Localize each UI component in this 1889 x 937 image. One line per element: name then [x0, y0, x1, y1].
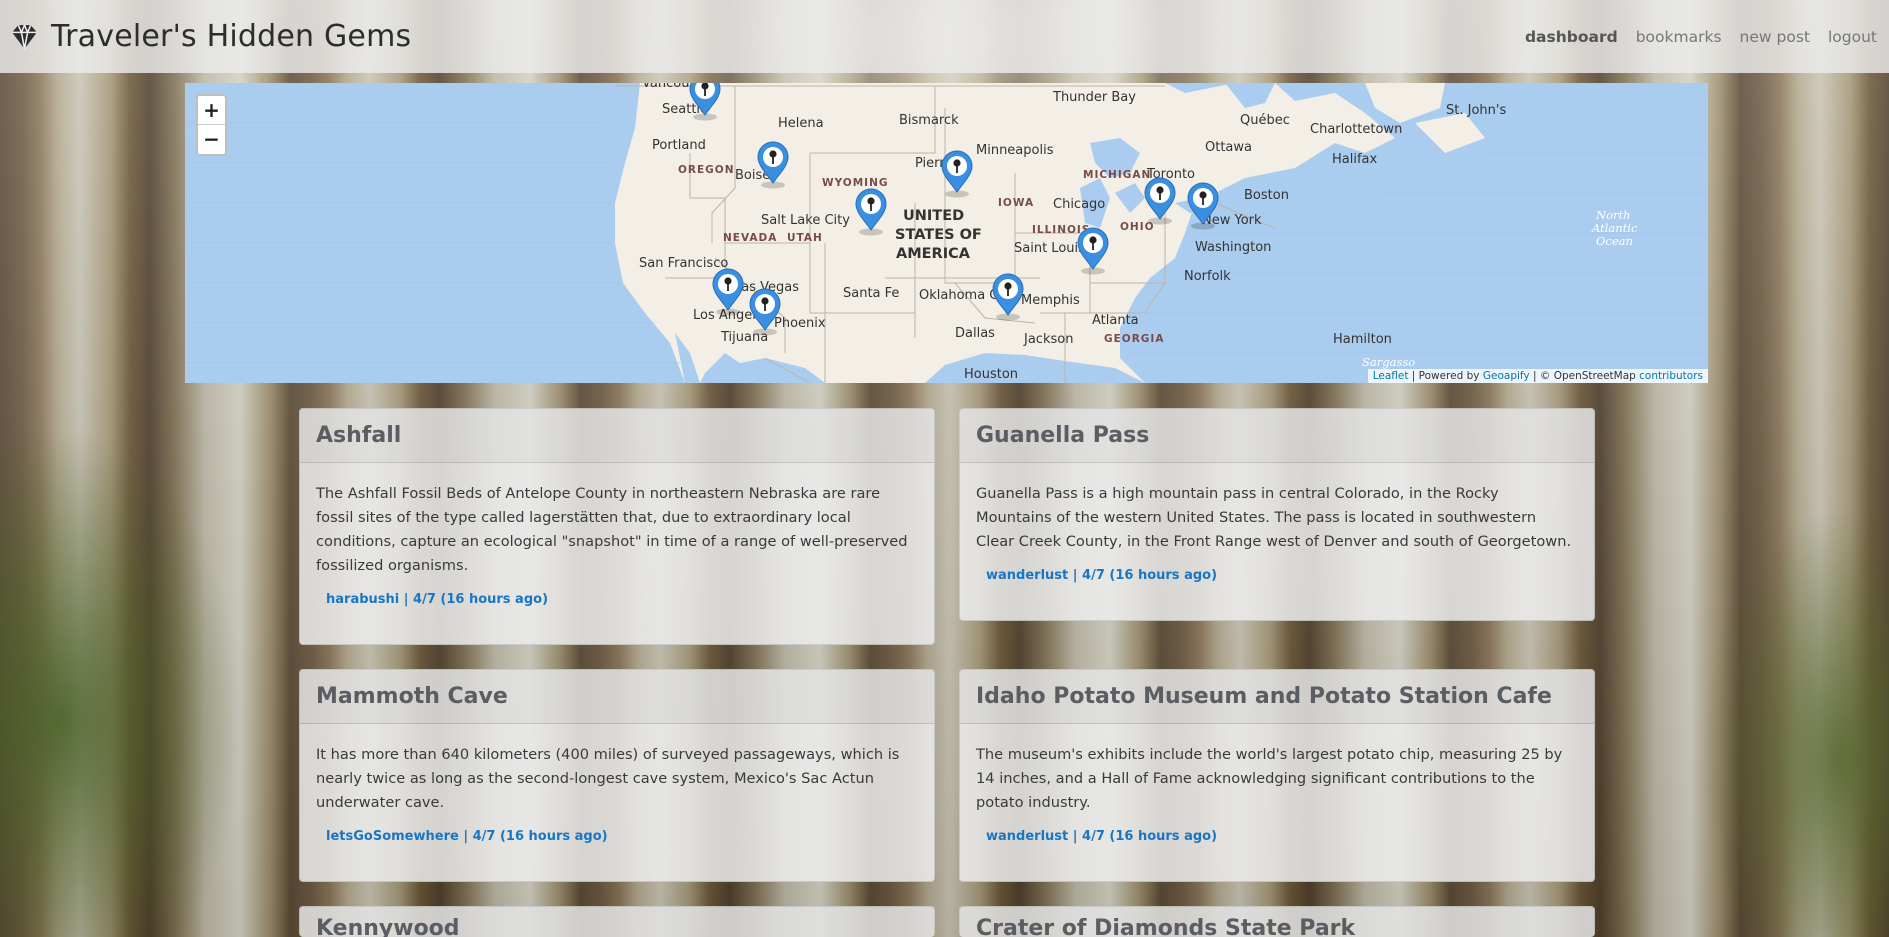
geoapify-link[interactable]: Geoapify: [1483, 370, 1530, 382]
post-meta-link[interactable]: wanderlust | 4/7 (16 hours ago): [976, 829, 1578, 844]
nav-dashboard[interactable]: dashboard: [1525, 28, 1618, 46]
map-pin-icon[interactable]: [712, 268, 744, 317]
map-pin-icon[interactable]: [689, 83, 721, 122]
zoom-control: + −: [196, 94, 227, 156]
post-title[interactable]: Crater of Diamonds State Park: [976, 916, 1355, 937]
post-title[interactable]: Idaho Potato Museum and Potato Station C…: [976, 684, 1552, 709]
map-pin-icon[interactable]: [749, 288, 781, 337]
map-pin-icon[interactable]: [1187, 182, 1219, 231]
map-pin-icon[interactable]: [1144, 177, 1176, 226]
main-nav: dashboard bookmarks new post logout: [1525, 28, 1881, 46]
zoom-out-button[interactable]: −: [198, 125, 225, 154]
post-title[interactable]: Guanella Pass: [976, 423, 1149, 448]
post-meta-link[interactable]: letsGoSomewhere | 4/7 (16 hours ago): [316, 829, 918, 844]
nav-bookmarks[interactable]: bookmarks: [1636, 28, 1722, 46]
post-card[interactable]: Idaho Potato Museum and Potato Station C…: [959, 669, 1595, 882]
leaflet-link[interactable]: Leaflet: [1373, 370, 1409, 382]
post-title[interactable]: Mammoth Cave: [316, 684, 508, 709]
top-navbar: Traveler's Hidden Gems dashboard bookmar…: [0, 0, 1889, 73]
post-description: Guanella Pass is a high mountain pass in…: [976, 485, 1572, 550]
post-title[interactable]: Kennywood: [316, 916, 460, 937]
zoom-in-button[interactable]: +: [198, 96, 225, 125]
post-card[interactable]: Mammoth Cave It has more than 640 kilome…: [299, 669, 935, 882]
brand[interactable]: Traveler's Hidden Gems: [8, 19, 411, 54]
map-markers: [689, 83, 1219, 337]
gem-icon: [12, 23, 37, 50]
post-card[interactable]: Kennywood: [299, 906, 935, 937]
app-title: Traveler's Hidden Gems: [51, 19, 412, 54]
post-card[interactable]: Crater of Diamonds State Park: [959, 906, 1595, 937]
post-card[interactable]: Guanella Pass Guanella Pass is a high mo…: [959, 408, 1595, 621]
post-meta-link[interactable]: harabushi | 4/7 (16 hours ago): [316, 592, 918, 607]
map-view[interactable]: Vancouver Seattle Helena Bismarck Thunde…: [185, 83, 1708, 383]
post-description: It has more than 640 kilometers (400 mil…: [316, 746, 900, 811]
post-description: The Ashfall Fossil Beds of Antelope Coun…: [316, 485, 908, 574]
post-meta-link[interactable]: wanderlust | 4/7 (16 hours ago): [976, 568, 1578, 583]
map-pin-icon[interactable]: [855, 188, 887, 237]
map-pin-icon[interactable]: [941, 150, 973, 199]
map-pin-icon[interactable]: [1077, 227, 1109, 276]
post-title[interactable]: Ashfall: [316, 423, 401, 448]
nav-logout[interactable]: logout: [1828, 28, 1877, 46]
nav-new-post[interactable]: new post: [1740, 28, 1810, 46]
map-pin-icon[interactable]: [757, 141, 789, 190]
osm-contributors-link[interactable]: contributors: [1639, 370, 1703, 382]
map-pin-icon[interactable]: [992, 273, 1024, 322]
post-description: The museum's exhibits include the world'…: [976, 746, 1563, 811]
post-card[interactable]: Ashfall The Ashfall Fossil Beds of Antel…: [299, 408, 935, 645]
map-attribution: Leaflet | Powered by Geoapify | © OpenSt…: [1367, 369, 1708, 383]
